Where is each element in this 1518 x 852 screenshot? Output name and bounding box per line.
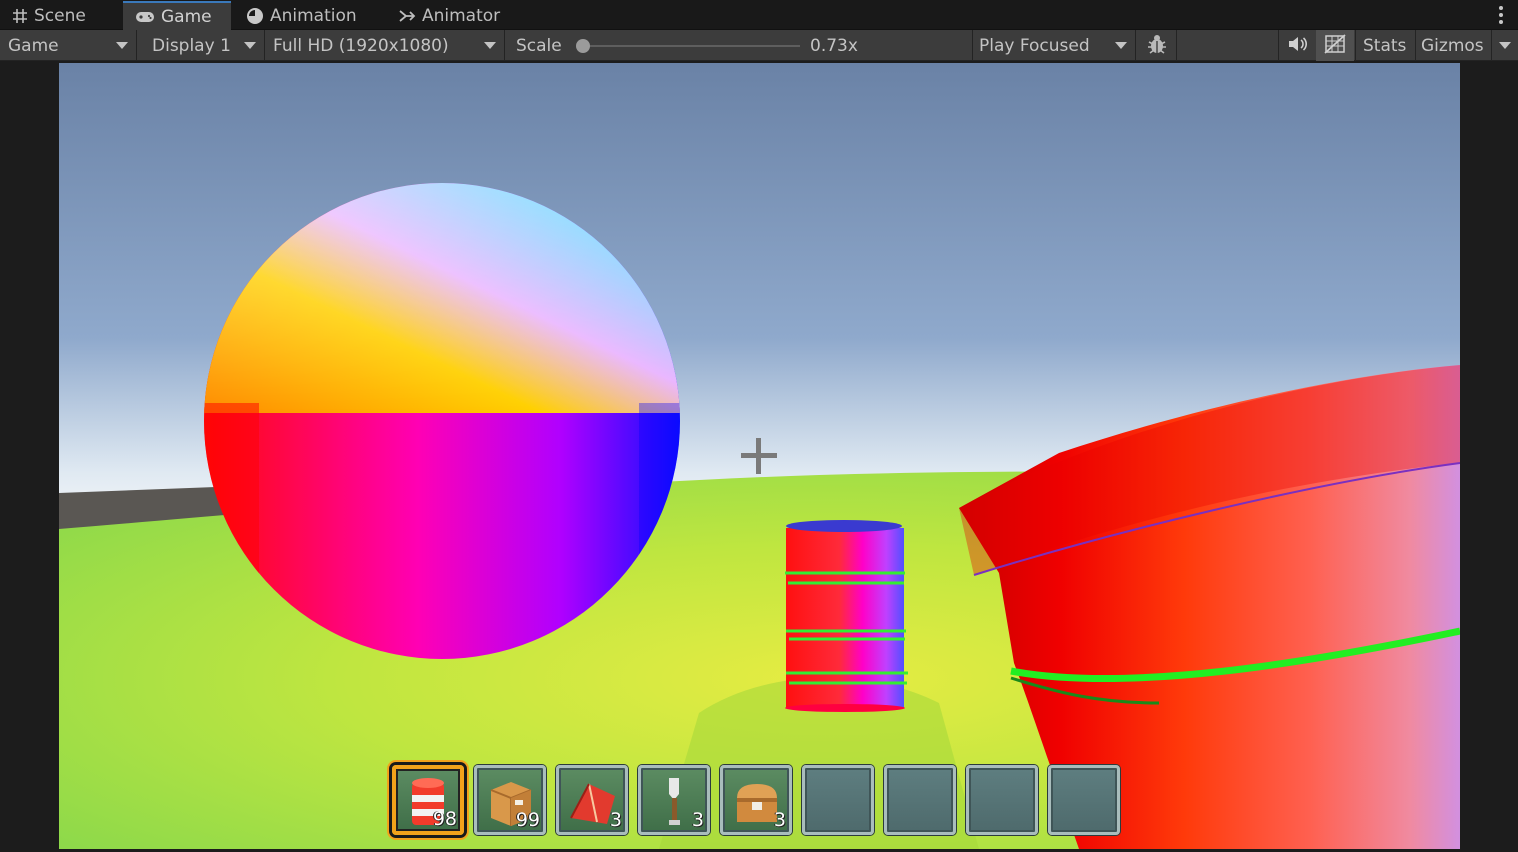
gamepad-icon [135,10,155,24]
gizmos-dropdown[interactable] [1492,30,1518,61]
grid-slash-icon [1324,33,1346,58]
display-dropdown[interactable]: Display 1 [144,30,265,61]
scale-value: 0.73x [810,35,858,56]
item-count: 3 [773,809,786,831]
item-count: 3 [691,809,704,831]
hotbar-slot-1[interactable]: 98 [392,765,464,835]
debug-bug-button[interactable] [1138,30,1176,61]
game-viewport[interactable] [59,63,1460,849]
view-mode-dropdown[interactable]: Game [0,30,137,61]
scale-slider-handle[interactable] [576,39,590,53]
hotbar-slot-2[interactable]: 99 [474,765,546,835]
hotbar-slot-6[interactable] [802,765,874,835]
grid-icon [12,8,28,24]
play-mode-label: Play Focused [979,35,1090,56]
resolution-label: Full HD (1920x1080) [273,35,449,56]
hotbar: 98 99 3 3 3 [392,765,1120,835]
hotbar-slot-5[interactable]: 3 [720,765,792,835]
play-mode-dropdown[interactable]: Play Focused [972,30,1136,61]
resolution-dropdown[interactable]: Full HD (1920x1080) [265,30,505,61]
hotbar-slot-3[interactable]: 3 [556,765,628,835]
tab-animation[interactable]: Animation [234,1,384,30]
hotbar-slot-8[interactable] [966,765,1038,835]
hotbar-slot-9[interactable] [1048,765,1120,835]
item-count: 99 [515,809,540,831]
hotbar-slot-4[interactable]: 3 [638,765,710,835]
stats-button[interactable]: Stats [1363,30,1406,61]
more-options-icon[interactable] [1498,6,1504,24]
tab-scene[interactable]: Scene [0,1,122,30]
hotbar-slot-7[interactable] [884,765,956,835]
chevron-down-icon [244,42,256,49]
tab-bar: Scene Game Animation Animator [0,0,1518,30]
animation-clock-icon [246,7,264,25]
gizmos-button[interactable]: Gizmos [1421,30,1484,61]
tab-label: Animation [270,5,357,26]
tab-label: Game [161,6,212,27]
view-mode-label: Game [8,35,59,56]
mute-audio-button[interactable] [1280,30,1314,61]
speaker-icon [1287,35,1308,57]
chevron-down-icon [116,42,128,49]
scale-label: Scale [516,35,562,56]
tab-game[interactable]: Game [123,1,231,30]
scale-slider-track[interactable] [584,45,800,47]
unity-editor-game-window: Scene Game Animation Animator Game Displ [0,0,1518,852]
chevron-down-icon [1115,42,1127,49]
bug-icon [1146,33,1168,59]
tab-label: Scene [34,5,86,26]
item-count: 3 [609,809,622,831]
animator-icon [398,8,416,24]
tab-label: Animator [422,5,501,26]
display-label: Display 1 [152,35,231,56]
barrel-object [785,520,908,712]
chevron-down-icon [484,42,496,49]
toggle-effects-button[interactable] [1316,30,1354,61]
item-count: 98 [432,808,457,830]
chevron-down-icon [1499,42,1511,49]
tab-animator[interactable]: Animator [386,1,516,30]
